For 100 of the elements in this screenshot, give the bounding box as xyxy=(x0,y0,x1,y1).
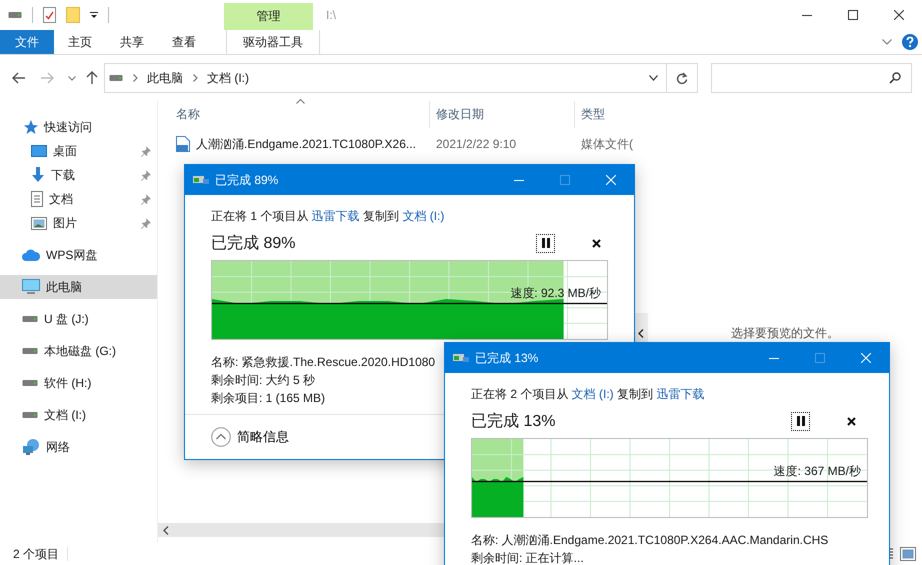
star-icon xyxy=(22,119,38,135)
destination-link[interactable]: 迅雷下载 xyxy=(656,387,704,401)
cancel-icon[interactable] xyxy=(847,416,856,426)
column-header[interactable]: 类型 xyxy=(575,101,633,128)
file-date: 2021/2/22 9:10 xyxy=(435,136,518,153)
search-field[interactable] xyxy=(711,63,912,93)
sidebar-label: 文档 (I:) xyxy=(44,406,86,424)
cancel-icon[interactable] xyxy=(592,238,601,248)
document-icon xyxy=(31,191,43,207)
drive-icon xyxy=(22,411,38,419)
drive-icon xyxy=(22,315,38,323)
caret-icon[interactable] xyxy=(90,11,98,19)
up-arrow-icon[interactable] xyxy=(86,71,98,85)
sidebar-item[interactable]: 此电脑 xyxy=(0,275,157,299)
progress-text: 已完成 89% xyxy=(211,234,296,254)
sort-caret-icon xyxy=(296,99,305,104)
back-arrow-icon[interactable] xyxy=(12,72,26,84)
file-tab[interactable]: 文件 xyxy=(0,30,54,54)
pin-icon[interactable] xyxy=(141,170,151,180)
refresh-icon xyxy=(676,72,688,84)
drive-icon xyxy=(109,74,123,82)
picture-icon[interactable] xyxy=(900,547,916,561)
speed-label: 速度: 92.3 MB/秒 xyxy=(510,285,601,302)
chevron-left-icon xyxy=(638,328,644,338)
sidebar-label: 下载 xyxy=(51,166,75,184)
chevron-down-icon[interactable] xyxy=(68,76,76,80)
breadcrumb[interactable]: 文档 (I:) xyxy=(207,70,249,86)
copy-summary: 正在将 2 个项目从 文档 (I:) 复制到 迅雷下载 xyxy=(471,386,706,403)
pause-icon xyxy=(796,416,804,426)
maximize-icon[interactable] xyxy=(848,10,858,20)
chevron-down-icon[interactable] xyxy=(882,39,892,45)
sidebar-label: 文档 xyxy=(49,190,73,208)
context-tab-header[interactable]: 管理 xyxy=(224,3,313,30)
dialog-title: 已完成 89% xyxy=(215,172,278,188)
pause-button[interactable] xyxy=(791,412,810,430)
column-header[interactable]: 名称 xyxy=(158,101,430,128)
ribbon-tab[interactable]: 查看 xyxy=(158,30,210,54)
sidebar-item[interactable]: 图片 xyxy=(0,211,157,235)
ribbon-tab[interactable]: 驱动器工具 xyxy=(226,30,320,54)
chevron-down-icon[interactable] xyxy=(649,75,658,81)
drive-icon[interactable] xyxy=(8,11,22,19)
search-icon xyxy=(889,72,901,84)
address-bar[interactable]: 此电脑 文档 (I:) xyxy=(104,63,667,93)
sidebar-label: U 盘 (J:) xyxy=(44,310,89,328)
file-type: 媒体文件( xyxy=(580,136,633,152)
preview-message: 选择要预览的文件。 xyxy=(731,324,839,342)
drive-icon xyxy=(22,347,38,355)
pin-icon[interactable] xyxy=(141,146,151,156)
detail-text: 剩余时间: 大约 5 秒 xyxy=(211,372,316,389)
monitor-icon xyxy=(22,279,40,295)
down-arrow-icon xyxy=(31,167,45,183)
sidebar-item[interactable]: 快速访问 xyxy=(0,115,157,139)
file-name[interactable]: 人潮汹涌.Endgame.2021.TC1080P.X26... xyxy=(196,136,416,152)
chevron-right-icon[interactable] xyxy=(193,74,198,82)
column-header[interactable]: 修改日期 xyxy=(430,101,575,128)
sidebar-label: 网络 xyxy=(46,438,70,456)
sidebar-item[interactable]: 桌面 xyxy=(0,139,157,163)
dialog-title: 已完成 13% xyxy=(475,350,538,366)
properties-icon[interactable] xyxy=(43,7,56,23)
drive-icon xyxy=(22,379,38,387)
sidebar-item[interactable]: 本地磁盘 (G:) xyxy=(0,339,157,363)
pause-button[interactable] xyxy=(536,234,555,252)
speed-label: 速度: 367 MB/秒 xyxy=(774,463,861,480)
source-link[interactable]: 迅雷下载 xyxy=(312,209,360,223)
detail-text: 剩余项目: 1 (165 MB) xyxy=(211,390,326,407)
copy-summary: 正在将 1 个项目从 迅雷下载 复制到 文档 (I:) xyxy=(211,208,446,225)
sidebar-item[interactable]: 文档 xyxy=(0,187,157,211)
help-icon[interactable] xyxy=(902,34,918,50)
sidebar-item[interactable]: 网络 xyxy=(0,435,157,459)
sidebar-item[interactable]: WPS网盘 xyxy=(0,243,157,267)
ribbon-tab[interactable]: 共享 xyxy=(106,30,158,54)
pin-icon[interactable] xyxy=(141,218,151,228)
sidebar-label: WPS网盘 xyxy=(46,246,98,264)
sidebar-label: 本地磁盘 (G:) xyxy=(44,342,116,360)
progress-text: 已完成 13% xyxy=(471,412,556,432)
pin-icon[interactable] xyxy=(141,194,151,204)
chevron-left-icon[interactable] xyxy=(163,526,169,534)
copy-icon xyxy=(193,175,209,185)
pause-icon xyxy=(542,238,550,248)
window-title: I:\ xyxy=(326,8,336,22)
picture-icon xyxy=(31,216,47,230)
maximize-icon xyxy=(815,353,825,363)
cloud-icon xyxy=(22,249,40,261)
sidebar-item[interactable]: 软件 (H:) xyxy=(0,371,157,395)
sidebar-item[interactable]: 下载 xyxy=(0,163,157,187)
sidebar-item[interactable]: 文档 (I:) xyxy=(0,403,157,427)
sidebar-item[interactable]: U 盘 (J:) xyxy=(0,307,157,331)
breadcrumb[interactable]: 此电脑 xyxy=(147,70,183,86)
sidebar-label: 此电脑 xyxy=(46,278,82,296)
less-details-toggle[interactable]: 简略信息 xyxy=(211,427,289,447)
desktop-icon xyxy=(31,144,47,158)
refresh-button[interactable] xyxy=(667,63,698,93)
source-link[interactable]: 文档 (I:) xyxy=(572,387,614,401)
detail-text: 名称: 紧急救援.The.Rescue.2020.HD1080 xyxy=(211,354,436,371)
video-file-icon xyxy=(176,136,190,152)
chevron-right-icon[interactable] xyxy=(133,74,138,82)
close-icon[interactable] xyxy=(894,10,904,20)
destination-link[interactable]: 文档 (I:) xyxy=(402,209,444,223)
sidebar-label: 快速访问 xyxy=(44,118,92,136)
ribbon-tab[interactable]: 主页 xyxy=(54,30,106,54)
